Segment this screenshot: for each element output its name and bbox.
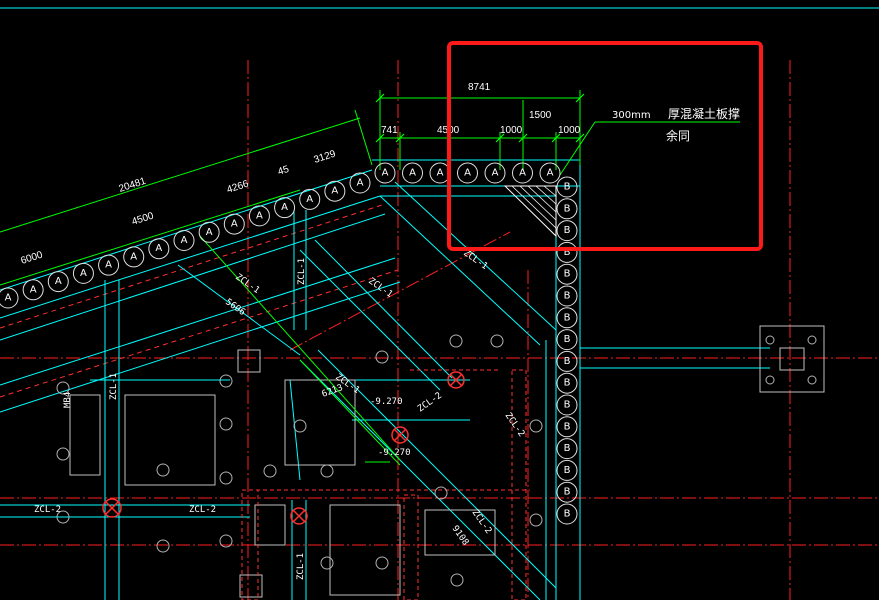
cad-drawing-canvas[interactable]: AAAAAAAAAAAAAAAA A A A A A A BBBBBBBBBBBBBBBB … bbox=[0, 0, 879, 600]
pile-a-top-6-label: A bbox=[547, 168, 554, 179]
corner-brace bbox=[503, 185, 557, 238]
level-1: -9.270 bbox=[370, 397, 403, 407]
pile-a-diag-9-label: A bbox=[231, 219, 238, 230]
pile-a-diag-6-label: A bbox=[155, 243, 162, 254]
beam-label-zcl1-f: ZCL-1 bbox=[297, 258, 307, 285]
note-text-2: 余同 bbox=[666, 128, 690, 143]
pile-b-14-label: B bbox=[564, 487, 571, 498]
beam-label-zcl2-d: ZCL-2 bbox=[189, 505, 216, 515]
openings bbox=[69, 325, 825, 598]
pile-b-15-label: B bbox=[564, 509, 571, 520]
pile-b-7-label: B bbox=[564, 334, 571, 345]
dim-segment-4: 1500 bbox=[529, 110, 552, 121]
pile-a-diag-0-label: A bbox=[5, 293, 12, 304]
pile-b-6-label: B bbox=[564, 312, 571, 323]
axis-lines bbox=[0, 60, 879, 600]
pile-row-a: A A A A A A A A A A A A A A A A A A A A A A bbox=[0, 162, 561, 309]
beam-label-zcl2-a: ZCL-2 bbox=[416, 391, 444, 415]
beam-label-zcl1-a: ZCL-1 bbox=[233, 272, 261, 296]
pile-b-8-label: B bbox=[564, 356, 571, 367]
beam-label-zcl2-c: ZCL-2 bbox=[34, 505, 61, 515]
pile-b-4-label: B bbox=[564, 269, 571, 280]
pile-a-diag-7-label: A bbox=[181, 235, 188, 246]
pile-column-b: BBBBBBBBBBBBBBBB bbox=[556, 176, 578, 525]
pile-a-top-2-label: A bbox=[437, 168, 444, 179]
note-thickness: 300mm bbox=[612, 110, 651, 121]
pile-a-top-1-label: A bbox=[409, 168, 416, 179]
pile-a-top-5-label: A bbox=[519, 168, 526, 179]
pile-b-2-label: B bbox=[564, 225, 571, 236]
cad-viewport[interactable]: AAAAAAAAAAAAAAAAAAAAAA BBBBBBBBBBBBBBBB … bbox=[0, 0, 879, 600]
beam-label-zcl2-b: ZCL-2 bbox=[503, 411, 527, 439]
pile-markers bbox=[56, 334, 817, 587]
pile-a-diag-12-label: A bbox=[306, 194, 313, 205]
pile-a-diag-3-label: A bbox=[80, 268, 87, 279]
side-label: MB4 bbox=[63, 392, 73, 408]
pile-a-diag-8-label: A bbox=[206, 227, 213, 238]
level-2: -9.270 bbox=[378, 448, 411, 458]
diagonal-seg-3: 4266 bbox=[226, 178, 251, 195]
pile-a-top-0-label: A bbox=[382, 168, 389, 179]
pile-a-diag-5-label: A bbox=[130, 251, 137, 262]
pile-a-diag-13-label: A bbox=[331, 186, 338, 197]
pile-b-12-label: B bbox=[564, 443, 571, 454]
pile-a-top-3-label: A bbox=[464, 168, 471, 179]
pile-b-11-label: B bbox=[564, 421, 571, 432]
pile-b-13-label: B bbox=[564, 465, 571, 476]
dim-segment-3: 1000 bbox=[500, 125, 523, 136]
highlight-box bbox=[447, 41, 763, 251]
pile-b-5-label: B bbox=[564, 291, 571, 302]
pile-a-diag-14-label: A bbox=[357, 178, 364, 189]
diagonal-seg-1: 6000 bbox=[20, 249, 45, 266]
dim-segment-5: 1000 bbox=[558, 125, 581, 136]
beam-label-zcl1-e: ZCL-1 bbox=[109, 373, 119, 400]
pile-a-diag-2-label: A bbox=[55, 276, 62, 287]
diagonal-seg-5: 3129 bbox=[313, 148, 338, 165]
dim-5606: 5606 bbox=[223, 297, 247, 318]
pile-a-diag-4-label: A bbox=[105, 260, 112, 271]
dimension-ticks bbox=[375, 93, 585, 143]
pile-a-diag-11-label: A bbox=[281, 202, 288, 213]
pile-b-9-label: B bbox=[564, 378, 571, 389]
pile-b-10-label: B bbox=[564, 400, 571, 411]
note-text: 厚混凝土板撑 bbox=[668, 106, 740, 121]
dim-segment-1: 741 bbox=[381, 125, 398, 136]
beam-label-zcl1-g: ZCL-1 bbox=[296, 553, 306, 580]
diagonal-total: 20481 bbox=[118, 176, 148, 195]
pile-a-top-4-label: A bbox=[492, 168, 499, 179]
diagonal-seg-4: 45 bbox=[277, 164, 291, 178]
overall-dimension: 8741 bbox=[468, 82, 491, 93]
pile-a-diag-1-label: A bbox=[30, 284, 37, 295]
diagonal-seg-2: 4500 bbox=[131, 210, 156, 227]
pile-b-1-label: B bbox=[564, 203, 571, 214]
pile-a-diag-10-label: A bbox=[256, 210, 263, 221]
pile-b-0-label: B bbox=[564, 182, 571, 193]
beam-label-zcl1-c: ZCL-1 bbox=[461, 248, 489, 272]
